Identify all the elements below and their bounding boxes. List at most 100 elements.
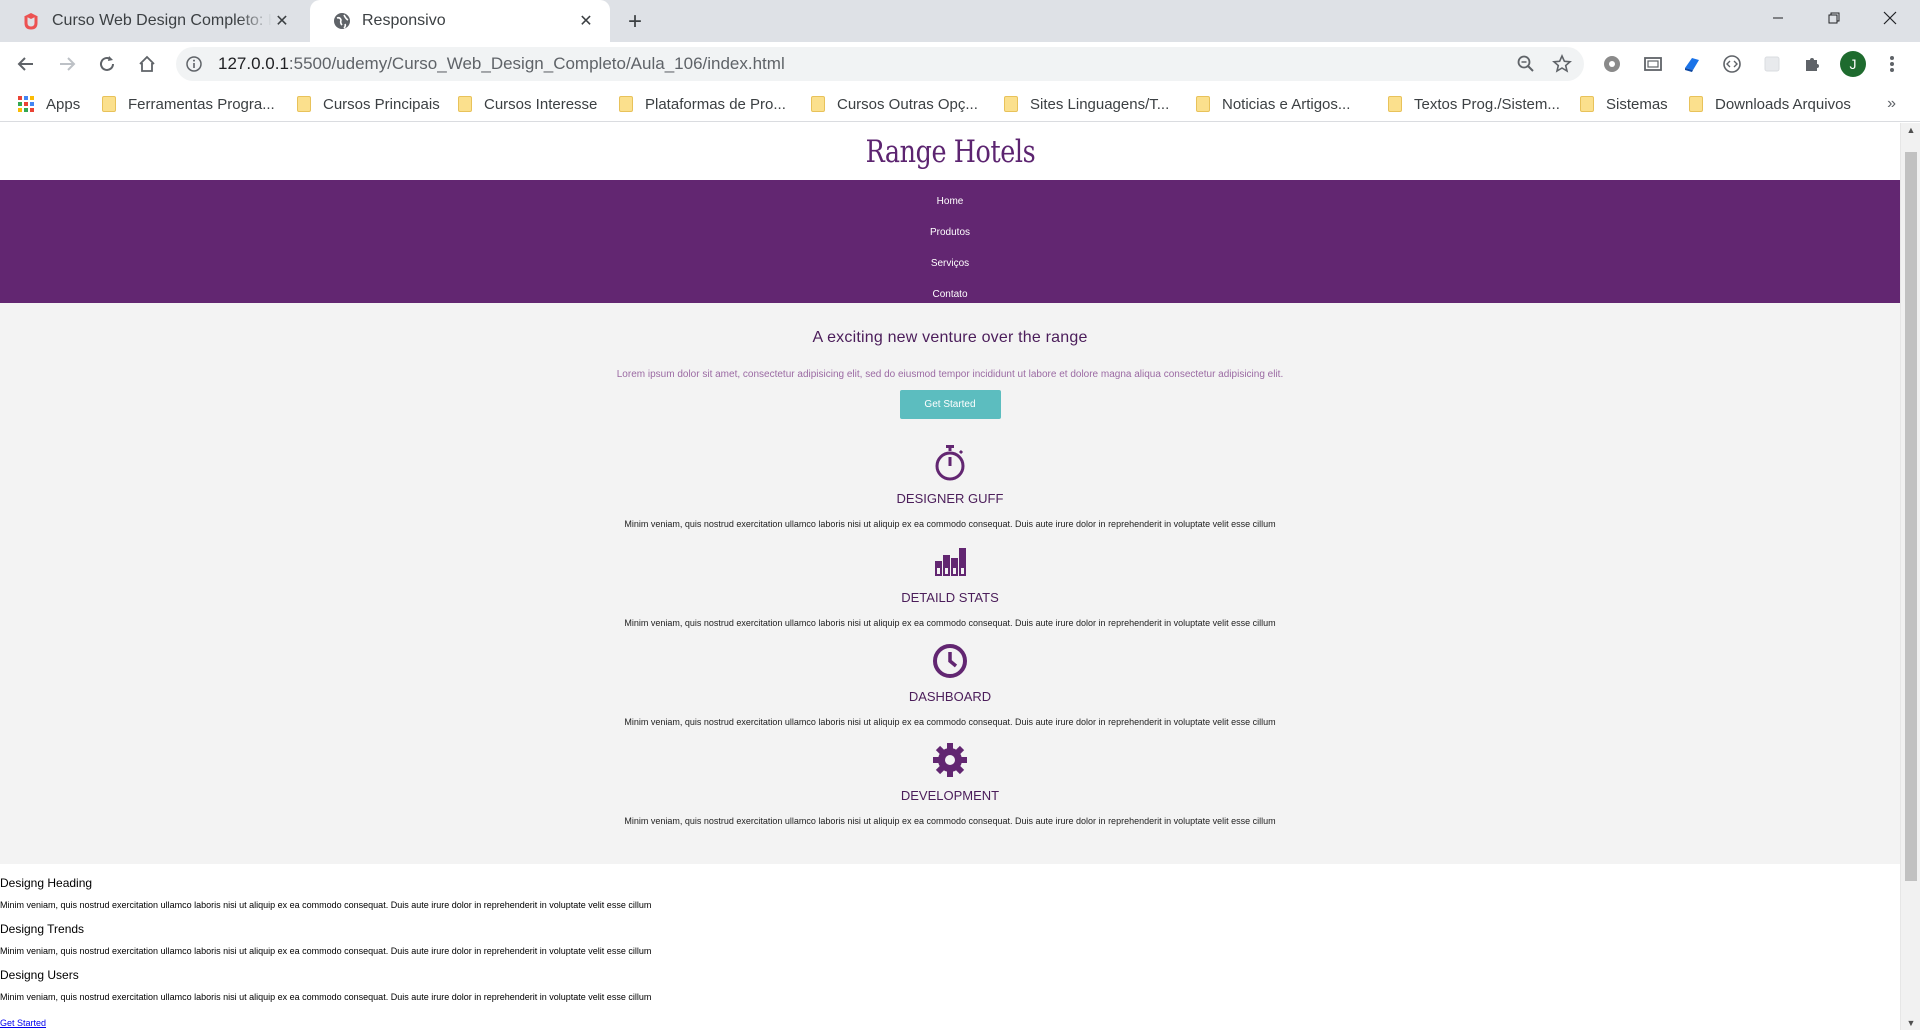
bookmark-label: Cursos Interesse (484, 95, 598, 113)
footer-get-started-link[interactable]: Get Started (0, 1018, 46, 1028)
design-text: Minim veniam, quis nostrud exercitation … (0, 900, 652, 910)
menu-dots-icon[interactable] (1880, 52, 1904, 76)
url-host: 127.0.0.1 (218, 54, 289, 73)
feature-item: DEVELOPMENT Minim veniam, quis nostrud e… (0, 740, 1900, 839)
feature-item: DETAILD STATS Minim veniam, quis nostrud… (0, 542, 1900, 641)
feature-text: Minim veniam, quis nostrud exercitation … (624, 717, 1276, 727)
scrollbar-thumb[interactable] (1905, 152, 1917, 881)
hero-lead: Lorem ipsum dolor sit amet, consectetur … (616, 369, 1284, 380)
bookmark-folder[interactable]: Cursos Principais (297, 86, 440, 122)
nav-home[interactable]: Home (0, 186, 1900, 217)
back-arrow-icon[interactable] (10, 48, 42, 80)
bookmark-folder[interactable]: Sistemas (1580, 86, 1668, 122)
tab-strip: Curso Web Design Completo: HTML ✕ Respon… (0, 0, 1920, 42)
extension-blue-icon[interactable] (1680, 52, 1704, 76)
design-heading: Designg Heading (0, 876, 93, 890)
folder-icon (619, 96, 633, 112)
bookmark-folder[interactable]: Ferramentas Progra... (102, 86, 275, 122)
globe-icon (332, 11, 352, 31)
bookmark-apps[interactable]: Apps (18, 86, 80, 122)
page-viewport: Range Hotels Home Produtos Serviços Cont… (0, 123, 1900, 1030)
design-item: Designg Trends Minim veniam, quis nostru… (0, 921, 1900, 957)
bookmark-folder[interactable]: Cursos Outras Opç... (811, 86, 978, 122)
screenshot-icon[interactable] (1641, 52, 1665, 76)
new-tab-button[interactable]: + (622, 8, 648, 35)
designs-section: Designg Heading Minim veniam, quis nostr… (0, 864, 1900, 1030)
tab-responsivo[interactable]: Responsivo ✕ (310, 0, 610, 42)
main-nav: Home Produtos Serviços Contato (0, 180, 1900, 303)
hero-title: A exciting new venture over the range (812, 329, 1088, 346)
feature-title: DEVELOPMENT (900, 788, 1000, 803)
extension-settings-icon[interactable] (1600, 52, 1624, 76)
bookmark-folder[interactable]: Plataformas de Pro... (619, 86, 786, 122)
info-icon[interactable] (184, 54, 204, 74)
bookmarks-overflow-button[interactable]: » (1887, 86, 1896, 122)
udemy-icon (22, 11, 42, 31)
url-path: :5500/udemy/Curso_Web_Design_Completo/Au… (288, 54, 785, 73)
bookmark-folder[interactable]: Sites Linguagens/T... (1004, 86, 1169, 122)
feature-text: Minim veniam, quis nostrud exercitation … (624, 519, 1276, 529)
folder-icon (1689, 96, 1703, 112)
feature-title: DESIGNER GUFF (896, 491, 1004, 506)
feature-item: DASHBOARD Minim veniam, quis nostrud exe… (0, 641, 1900, 740)
folder-icon (297, 96, 311, 112)
bookmark-label: Downloads Arquivos (1715, 95, 1851, 113)
scroll-down-arrow-icon[interactable]: ▼ (1901, 1016, 1920, 1030)
bar-chart-icon (0, 542, 1900, 582)
scroll-up-arrow-icon[interactable]: ▲ (1901, 123, 1920, 137)
bookmark-folder[interactable]: Downloads Arquivos (1689, 86, 1851, 122)
bookmark-label: Cursos Principais (323, 95, 440, 113)
nav-servicos[interactable]: Serviços (0, 248, 1900, 279)
forward-arrow-icon[interactable] (51, 48, 83, 80)
tab-title: Curso Web Design Completo: HTML (52, 12, 272, 29)
profile-avatar[interactable]: J (1840, 51, 1866, 77)
bookmark-label: Sites Linguagens/T... (1030, 95, 1170, 113)
feature-title: DASHBOARD (908, 689, 992, 704)
site-logo[interactable]: Range Hotels (865, 134, 1035, 170)
design-item: Designg Users Minim veniam, quis nostrud… (0, 967, 1900, 1003)
design-heading: Designg Trends (0, 922, 85, 936)
reload-icon[interactable] (91, 48, 123, 80)
stopwatch-icon (0, 443, 1900, 483)
bookmark-label: Apps (46, 95, 81, 113)
puzzle-icon[interactable] (1800, 52, 1824, 76)
extension-grey-icon[interactable] (1760, 52, 1784, 76)
folder-icon (102, 96, 116, 112)
restore-icon[interactable] (1806, 0, 1862, 36)
url-text: 127.0.0.1:5500/udemy/Curso_Web_Design_Co… (218, 47, 785, 81)
feature-text: Minim veniam, quis nostrud exercitation … (624, 618, 1276, 628)
page-scrollbar[interactable]: ▲ ▼ (1900, 123, 1920, 1030)
folder-icon (811, 96, 825, 112)
zoom-icon[interactable] (1514, 52, 1538, 76)
folder-icon (1196, 96, 1210, 112)
bookmark-folder[interactable]: Cursos Interesse (458, 86, 597, 122)
design-heading: Designg Users (0, 968, 79, 982)
folder-icon (458, 96, 472, 112)
apps-grid-icon (18, 96, 34, 112)
close-window-icon[interactable] (1862, 0, 1918, 36)
bookmark-label: Textos Prog./Sistem... (1414, 95, 1560, 113)
folder-icon (1004, 96, 1018, 112)
design-text: Minim veniam, quis nostrud exercitation … (0, 946, 652, 956)
code-extension-icon[interactable] (1720, 52, 1744, 76)
features-list: DESIGNER GUFF Minim veniam, quis nostrud… (0, 443, 1900, 839)
home-icon[interactable] (131, 48, 163, 80)
design-text: Minim veniam, quis nostrud exercitation … (0, 992, 652, 1002)
tab-title: Responsivo (362, 12, 446, 29)
minimize-icon[interactable] (1750, 0, 1806, 36)
folder-icon (1388, 96, 1402, 112)
close-tab-icon[interactable]: ✕ (576, 11, 596, 31)
feature-item: DESIGNER GUFF Minim veniam, quis nostrud… (0, 443, 1900, 542)
bookmark-folder[interactable]: Noticias e Artigos... (1196, 86, 1350, 122)
tab-udemy-course[interactable]: Curso Web Design Completo: HTML ✕ (0, 0, 306, 42)
bookmarks-bar: Apps Ferramentas Progra... Cursos Princi… (0, 86, 1920, 122)
browser-toolbar: 127.0.0.1:5500/udemy/Curso_Web_Design_Co… (0, 42, 1920, 86)
close-tab-icon[interactable]: ✕ (272, 11, 292, 31)
bookmark-label: Noticias e Artigos... (1222, 95, 1351, 113)
address-bar[interactable]: 127.0.0.1:5500/udemy/Curso_Web_Design_Co… (176, 47, 1584, 81)
nav-produtos[interactable]: Produtos (0, 217, 1900, 248)
get-started-button[interactable]: Get Started (899, 390, 1001, 419)
star-icon[interactable] (1550, 52, 1574, 76)
bookmark-folder[interactable]: Textos Prog./Sistem... (1388, 86, 1560, 122)
feature-title: DETAILD STATS (901, 590, 999, 605)
